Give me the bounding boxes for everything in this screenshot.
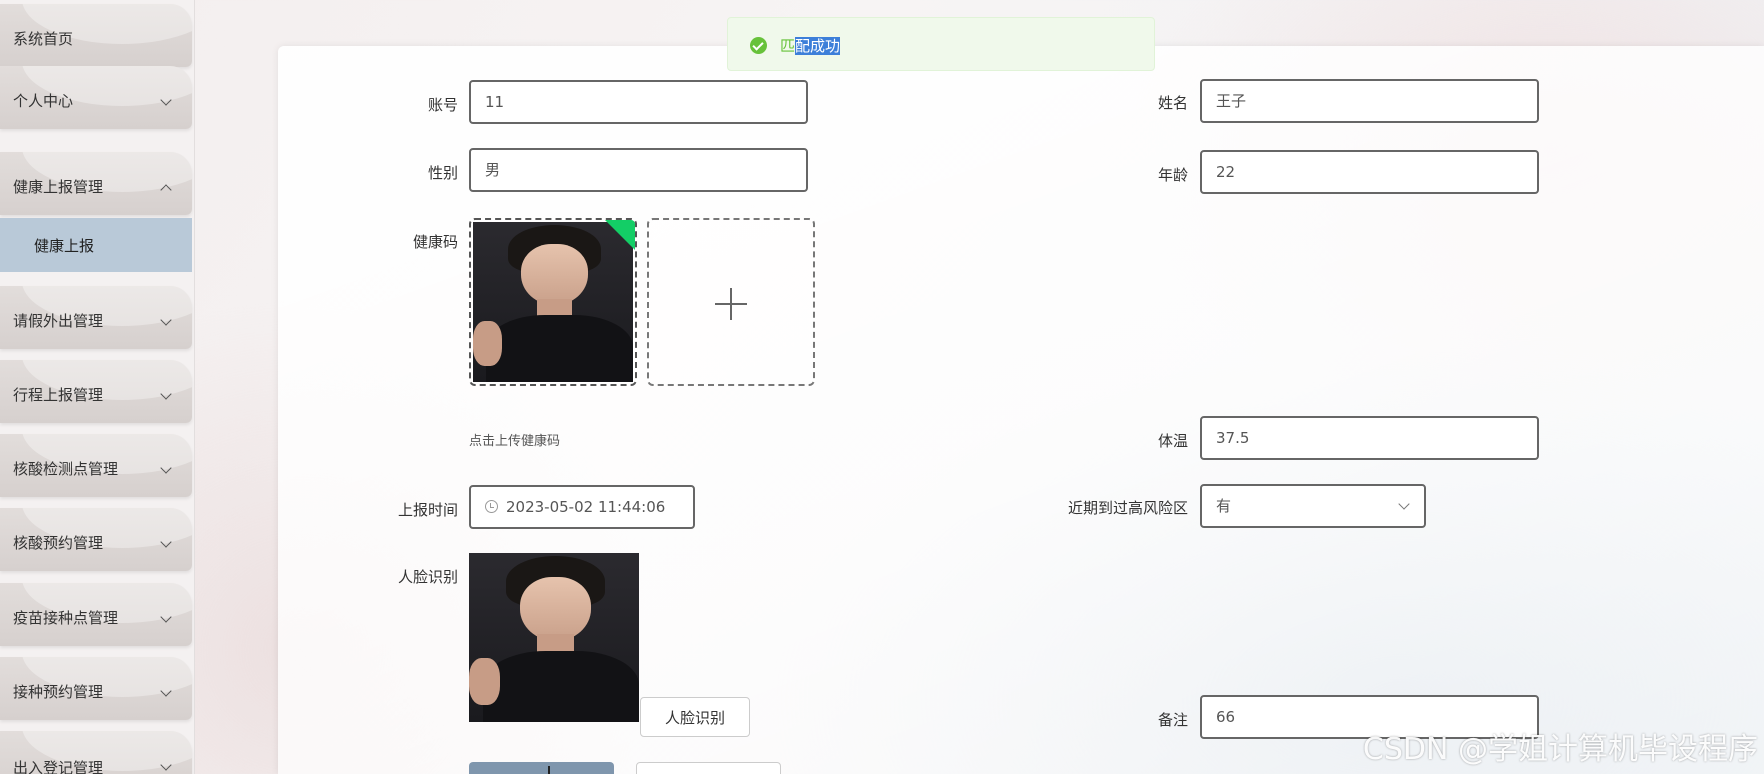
face-label: 人脸识别 — [397, 568, 458, 586]
high-risk-selected-value: 有 — [1216, 497, 1232, 515]
chevron-down-icon — [160, 611, 172, 623]
chevron-down-icon — [1398, 498, 1410, 510]
high-risk-select[interactable]: 有 — [1200, 484, 1426, 528]
mouse-cursor — [548, 766, 554, 774]
sidebar-item-entry-exit-mgmt[interactable]: 出入登记管理 — [0, 731, 192, 774]
remark-label: 备注 — [1157, 711, 1188, 729]
sidebar-item-test-site-mgmt[interactable]: 核酸检测点管理 — [0, 434, 192, 497]
watermark: CSDN @学姐计算机毕设程序 — [1362, 732, 1758, 767]
chevron-down-icon — [160, 759, 172, 771]
sidebar-item-label: 系统首页 — [13, 30, 74, 48]
success-toast: 匹配成功 — [727, 17, 1155, 71]
health-code-hint: 点击上传健康码 — [469, 434, 561, 449]
sidebar-item-label: 个人中心 — [13, 92, 74, 110]
age-label: 年龄 — [1157, 166, 1188, 184]
sidebar-item-label: 出入登记管理 — [13, 759, 104, 774]
sidebar-subitem-health-report[interactable]: 健康上报 — [0, 218, 192, 272]
health-code-upload-button[interactable] — [647, 218, 815, 386]
gender-label: 性别 — [427, 164, 458, 182]
chevron-down-icon — [160, 536, 172, 548]
sidebar: 系统首页 个人中心 健康上报管理 健康上报 请假外出管理 行程上报管理 核酸检测… — [0, 0, 195, 774]
chevron-up-icon — [160, 184, 172, 196]
sidebar-item-label: 接种预约管理 — [13, 683, 104, 701]
chevron-down-icon — [160, 685, 172, 697]
sidebar-item-label: 疫苗接种点管理 — [13, 609, 119, 627]
name-input[interactable]: 王子 — [1200, 79, 1539, 123]
toast-message: 匹配成功 — [780, 37, 841, 55]
sidebar-item-health-report-mgmt[interactable]: 健康上报管理 — [0, 152, 192, 215]
sidebar-item-label: 请假外出管理 — [13, 312, 104, 330]
sidebar-item-leave-mgmt[interactable]: 请假外出管理 — [0, 286, 192, 349]
chevron-down-icon — [160, 94, 172, 106]
chevron-down-icon — [160, 388, 172, 400]
face-photo — [469, 553, 639, 722]
gender-input[interactable]: 男 — [469, 148, 808, 192]
sidebar-item-label: 健康上报管理 — [13, 178, 104, 196]
upload-success-icon — [605, 220, 635, 250]
sidebar-item-test-booking-mgmt[interactable]: 核酸预约管理 — [0, 508, 192, 571]
sidebar-item-trip-report-mgmt[interactable]: 行程上报管理 — [0, 360, 192, 423]
report-time-label: 上报时间 — [397, 501, 458, 519]
report-time-value: 2023-05-02 11:44:06 — [506, 498, 666, 516]
cancel-button[interactable] — [636, 762, 781, 774]
clock-icon — [485, 500, 498, 513]
sidebar-item-vaccine-booking-mgmt[interactable]: 接种预约管理 — [0, 657, 192, 720]
account-input[interactable]: 11 — [469, 80, 808, 124]
sidebar-item-personal-center[interactable]: 个人中心 — [0, 66, 192, 129]
temperature-label: 体温 — [1157, 432, 1188, 450]
check-circle-icon — [750, 37, 767, 54]
face-recognition-button[interactable]: 人脸识别 — [640, 697, 750, 737]
sidebar-item-vaccine-site-mgmt[interactable]: 疫苗接种点管理 — [0, 583, 192, 646]
sidebar-item-label: 行程上报管理 — [13, 386, 104, 404]
submit-button[interactable] — [469, 762, 614, 774]
sidebar-item-label: 核酸检测点管理 — [13, 460, 119, 478]
plus-icon — [730, 288, 732, 320]
sidebar-item-label: 核酸预约管理 — [13, 534, 104, 552]
account-label: 账号 — [427, 96, 458, 114]
sidebar-subitem-label: 健康上报 — [34, 237, 95, 255]
age-input[interactable]: 22 — [1200, 150, 1539, 194]
health-code-uploaded-image[interactable] — [469, 218, 637, 386]
high-risk-label: 近期到过高风险区 — [1067, 499, 1188, 517]
chevron-down-icon — [160, 314, 172, 326]
sidebar-item-home[interactable]: 系统首页 — [0, 4, 192, 67]
chevron-down-icon — [160, 462, 172, 474]
report-time-picker[interactable]: 2023-05-02 11:44:06 — [469, 485, 695, 529]
name-label: 姓名 — [1157, 94, 1188, 112]
health-code-label: 健康码 — [412, 233, 458, 251]
temperature-input[interactable]: 37.5 — [1200, 416, 1539, 460]
